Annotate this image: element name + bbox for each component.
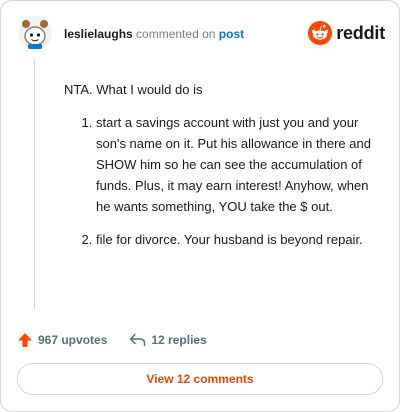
reddit-snoo-icon (308, 21, 333, 45)
comment-actions: 967 upvotes 12 replies (17, 332, 207, 348)
upvotes-count: 967 upvotes (38, 333, 108, 347)
comment-intro: NTA. What I would do is (64, 82, 203, 97)
reply-arrow-icon (130, 333, 146, 347)
comment-header: leslielaughs commented on post (64, 26, 244, 42)
upvote-button[interactable]: 967 upvotes (17, 332, 107, 348)
comment-list: start a savings account with just you an… (64, 112, 386, 250)
reddit-wordmark: reddit (336, 22, 385, 43)
comment-card: leslielaughs commented on post reddit NT… (0, 0, 400, 412)
username[interactable]: leslielaughs (64, 27, 133, 41)
view-comments-button[interactable]: View 12 comments (17, 363, 383, 395)
commented-on-text: commented on (136, 27, 216, 41)
list-item: start a savings account with just you an… (96, 112, 386, 217)
reddit-logo[interactable]: reddit (308, 21, 385, 45)
replies-count: 12 replies (151, 333, 207, 347)
replies-button[interactable]: 12 replies (129, 333, 207, 347)
upvote-arrow-icon (18, 333, 32, 347)
thread-line (34, 59, 35, 309)
snoo-avatar-icon[interactable] (17, 15, 53, 51)
comment-body: NTA. What I would do is start a savings … (64, 79, 386, 262)
list-item: file for divorce. Your husband is beyond… (96, 229, 386, 250)
post-link[interactable]: post (219, 27, 244, 41)
